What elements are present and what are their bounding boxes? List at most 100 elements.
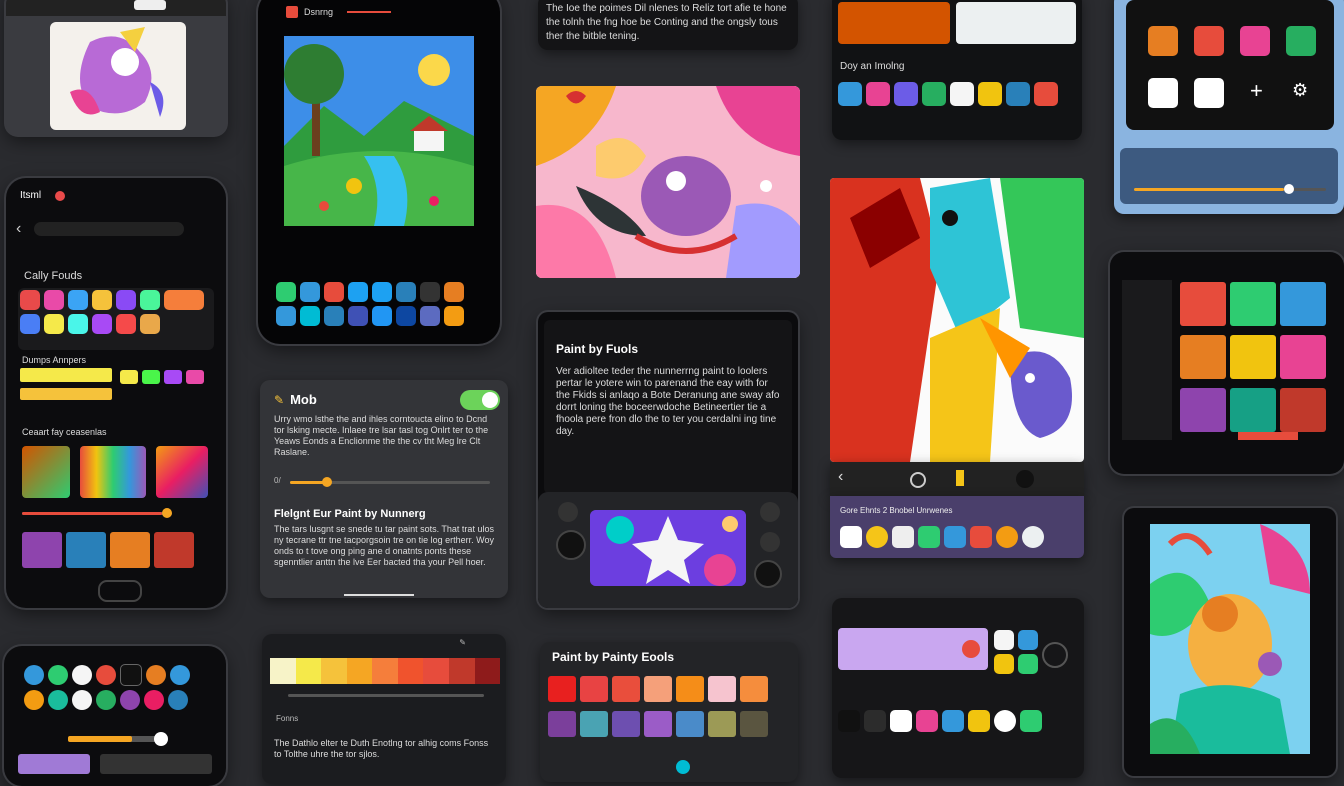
gallery-item[interactable] [1280, 388, 1326, 432]
swatch-brown[interactable] [740, 711, 768, 737]
thumb[interactable] [1018, 654, 1038, 674]
thumb[interactable] [994, 630, 1014, 650]
app-icon[interactable] [48, 690, 68, 710]
thumbnail[interactable] [154, 532, 194, 568]
app-icon[interactable] [1148, 78, 1178, 108]
swatch-peach[interactable] [644, 676, 672, 702]
coloring-canvas[interactable] [50, 22, 186, 130]
toolbar-button[interactable] [134, 0, 166, 10]
gallery-item[interactable] [1180, 388, 1226, 432]
color-dot-icon[interactable] [1016, 470, 1034, 488]
brush-icon[interactable] [956, 470, 964, 486]
app-icon[interactable] [20, 314, 40, 334]
app-icon[interactable] [168, 690, 188, 710]
spectrum-picker[interactable] [80, 446, 146, 498]
app-icon[interactable] [116, 314, 136, 334]
app-icon[interactable] [96, 690, 116, 710]
yellow-bar[interactable] [20, 368, 112, 382]
app-icon[interactable] [1240, 26, 1270, 56]
app-icon[interactable] [978, 82, 1002, 106]
dock-icon[interactable] [324, 282, 344, 302]
app-icon[interactable] [1194, 26, 1224, 56]
opacity-slider[interactable] [68, 732, 168, 746]
palette-preview[interactable] [22, 446, 70, 498]
swatch-tomato[interactable] [612, 676, 640, 702]
app-icon[interactable] [44, 290, 64, 310]
button-a[interactable] [760, 502, 780, 522]
app-icon[interactable] [1020, 710, 1042, 732]
thumbnail[interactable] [66, 532, 106, 568]
dock-icon[interactable] [276, 282, 296, 302]
app-icon[interactable] [140, 290, 160, 310]
geometric-artwork[interactable] [830, 178, 1084, 462]
play-button[interactable] [1042, 642, 1068, 668]
gallery-item[interactable] [1230, 388, 1276, 432]
gallery-item[interactable] [1280, 282, 1326, 326]
game-screen[interactable] [590, 510, 746, 586]
app-icon[interactable] [918, 526, 940, 548]
app-icon[interactable] [968, 710, 990, 732]
thumbnail[interactable] [110, 532, 150, 568]
app-icon[interactable] [164, 290, 204, 310]
mode-toggle[interactable] [460, 390, 500, 410]
app-icon[interactable] [892, 526, 914, 548]
left-stick[interactable] [556, 530, 586, 560]
swatch-violet[interactable] [612, 711, 640, 737]
app-icon[interactable] [942, 710, 964, 732]
swatch[interactable] [164, 370, 182, 384]
app-icon[interactable] [1006, 82, 1030, 106]
hue-slider[interactable] [288, 694, 484, 697]
app-icon[interactable] [994, 710, 1016, 732]
dock-icon[interactable] [420, 282, 440, 302]
home-button[interactable] [98, 580, 142, 602]
swatch[interactable] [120, 370, 138, 384]
add-icon[interactable]: + [1250, 78, 1263, 104]
gallery-item[interactable] [1280, 335, 1326, 379]
dock-icon[interactable] [324, 306, 344, 326]
record-icon[interactable] [962, 640, 980, 658]
dock-icon[interactable] [372, 282, 392, 302]
button-b[interactable] [760, 532, 780, 552]
dock-icon[interactable] [444, 306, 464, 326]
swatch-olive[interactable] [708, 711, 736, 737]
gradient-preview[interactable] [156, 446, 208, 498]
edit-icon[interactable]: ✎ [459, 638, 466, 647]
app-icon[interactable] [92, 314, 112, 334]
app-icon[interactable] [864, 710, 886, 732]
gallery-item[interactable] [1180, 335, 1226, 379]
app-icon[interactable] [1286, 26, 1316, 56]
app-icon[interactable] [922, 82, 946, 106]
yellow-bar-2[interactable] [20, 388, 112, 400]
brightness-slider[interactable] [290, 477, 490, 487]
swatch-purple[interactable] [548, 711, 576, 737]
app-icon[interactable] [1194, 78, 1224, 108]
media-slider[interactable] [1134, 184, 1326, 194]
thumb[interactable] [1018, 630, 1038, 650]
app-icon[interactable] [72, 665, 92, 685]
app-icon[interactable] [838, 710, 860, 732]
dpad[interactable] [558, 502, 578, 522]
dock-icon[interactable] [420, 306, 440, 326]
thumb[interactable] [994, 654, 1014, 674]
color-block[interactable] [18, 754, 90, 774]
dock-icon[interactable] [396, 306, 416, 326]
swatch-blue[interactable] [676, 711, 704, 737]
app-icon[interactable] [890, 710, 912, 732]
app-icon[interactable] [894, 82, 918, 106]
gallery-thumb-1[interactable] [838, 2, 950, 44]
app-icon[interactable] [92, 290, 112, 310]
swatch[interactable] [142, 370, 160, 384]
app-icon[interactable] [116, 290, 136, 310]
app-icon[interactable] [950, 82, 974, 106]
app-icon[interactable] [20, 290, 40, 310]
fantasy-artwork[interactable] [1150, 524, 1310, 754]
app-icon[interactable] [68, 314, 88, 334]
app-icon[interactable] [866, 82, 890, 106]
app-icon[interactable] [1034, 82, 1058, 106]
cartoon-artwork[interactable] [536, 86, 800, 278]
swatch-lilac[interactable] [644, 711, 672, 737]
app-icon[interactable] [24, 690, 44, 710]
app-icon[interactable] [120, 664, 142, 686]
gallery-thumb-2[interactable] [956, 2, 1076, 44]
app-icon[interactable] [944, 526, 966, 548]
